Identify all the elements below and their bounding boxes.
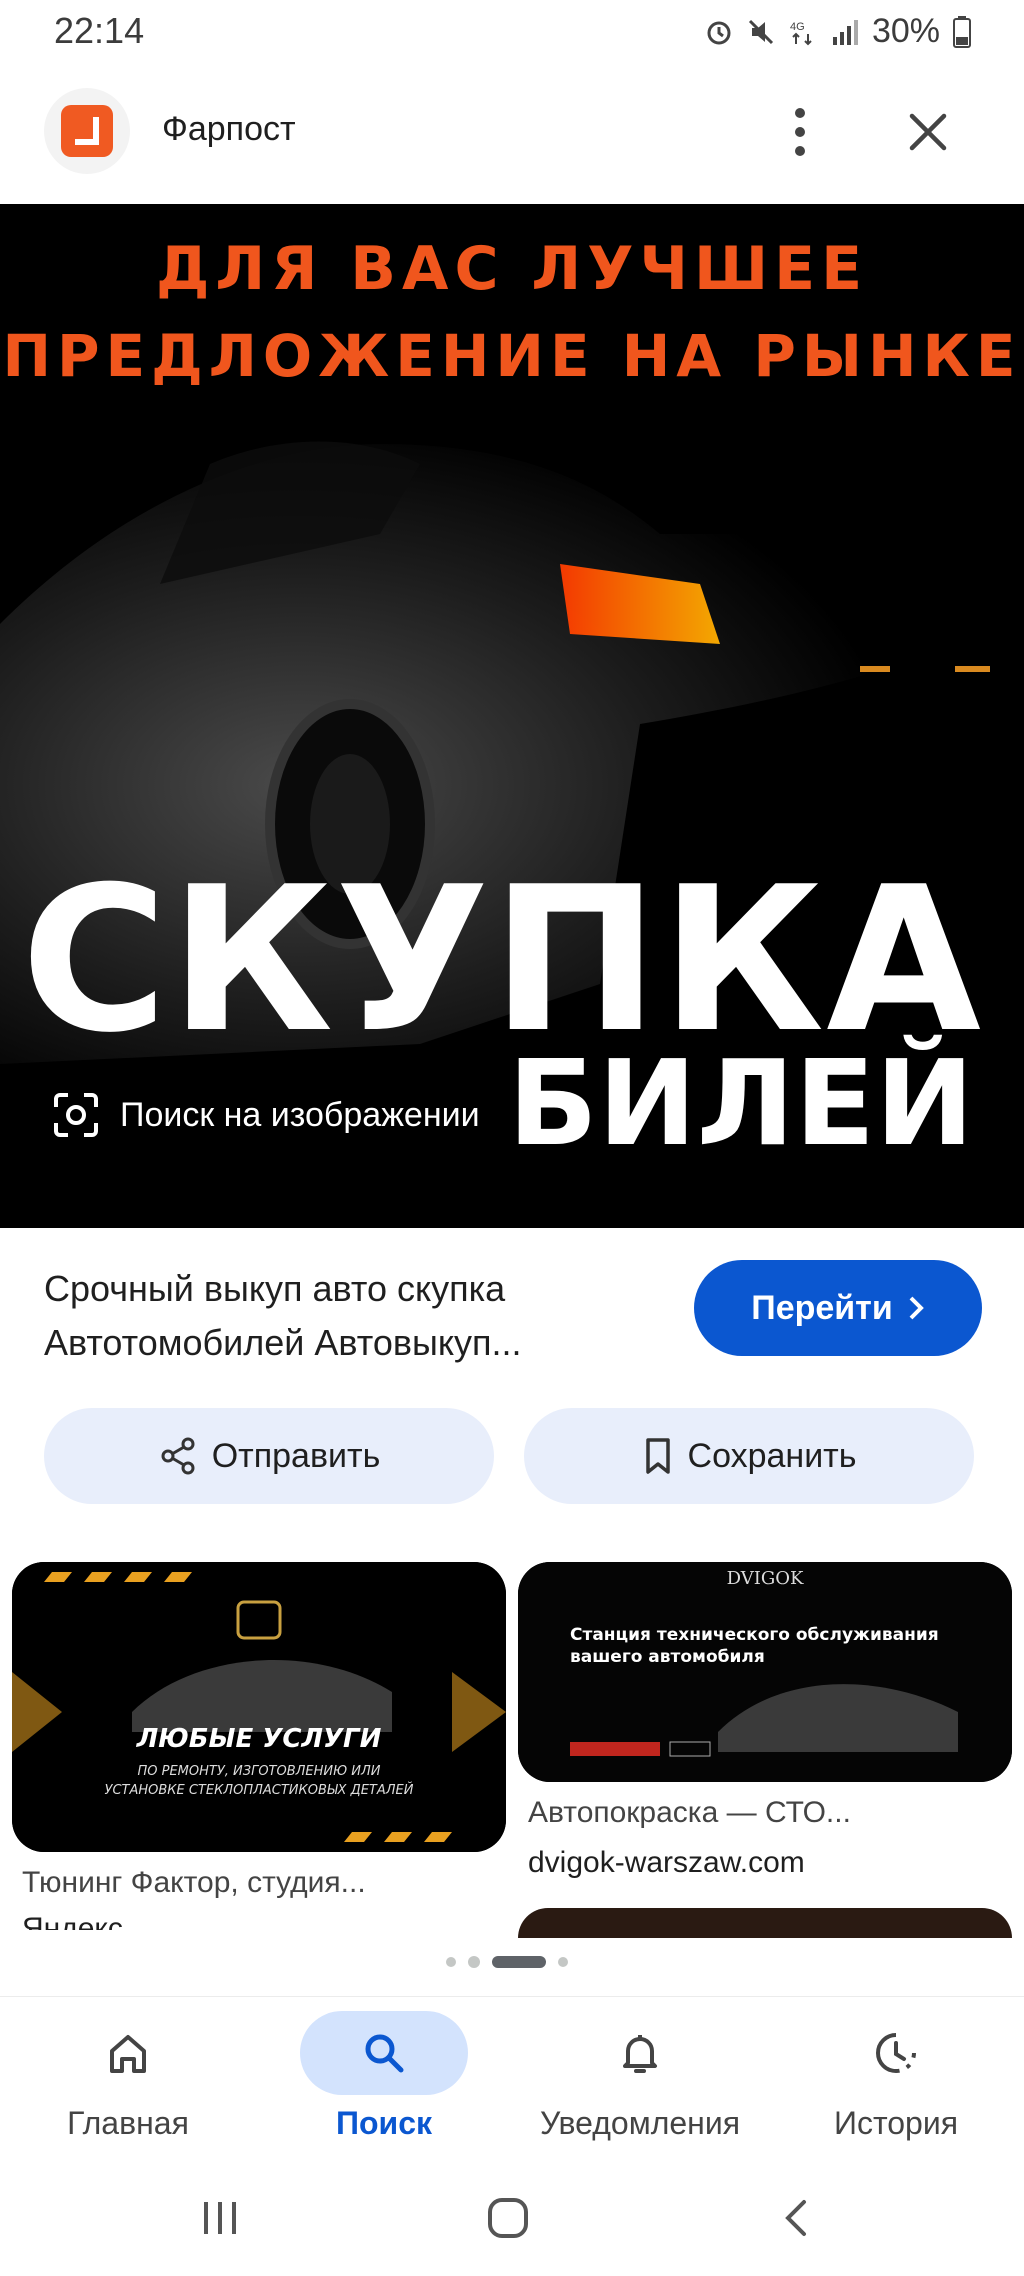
bookmark-icon: [645, 1438, 670, 1474]
close-button[interactable]: [900, 104, 956, 160]
alarm-icon: [707, 21, 731, 44]
lens-label: Поиск на изображении: [120, 1095, 480, 1134]
nav-home[interactable]: Главная: [0, 1997, 256, 2167]
thumb-heading-2: вашего автомобиля: [570, 1647, 765, 1667]
page-header: Фарпост: [0, 80, 1024, 200]
home-icon: [110, 2035, 146, 2073]
status-time: 22:14: [54, 10, 145, 51]
share-icon: [161, 1437, 195, 1475]
thumbnail-image: ЛЮБЫЕ УСЛУГИ ПО РЕМОНТУ, ИЗГОТОВЛЕНИЮ ИЛ…: [12, 1562, 506, 1852]
related-source-2: dvigok-warszaw.com: [528, 1846, 805, 1879]
page-indicator: [446, 1956, 568, 1968]
site-name: Фарпост: [162, 110, 296, 148]
battery-percent: 30%: [871, 12, 940, 50]
mute-icon: [748, 19, 773, 44]
save-button[interactable]: Сохранить: [524, 1408, 974, 1504]
search-icon: [365, 2034, 404, 2073]
related-thumbnail-2[interactable]: DVIGOK Станция технического обслуживания…: [518, 1562, 1012, 1782]
lens-icon: [54, 1093, 98, 1137]
thumb-sub-1: ПО РЕМОНТУ, ИЗГОТОВЛЕНИЮ ИЛИ: [137, 1764, 380, 1779]
related-title-1[interactable]: Тюнинг Фактор, студия...: [22, 1866, 366, 1900]
nav-history[interactable]: История: [768, 1997, 1024, 2167]
lens-search-button[interactable]: Поиск на изображении: [50, 1089, 480, 1141]
share-button[interactable]: Отправить: [44, 1408, 494, 1504]
nav-notifications[interactable]: Уведомления: [512, 1997, 768, 2167]
hero-tagline-2: ПРЕДЛОЖЕНИЕ НА РЫНКЕ: [2, 322, 1022, 390]
status-bar: 22:14 4G 30%: [0, 0, 1024, 66]
thumb-logo: DVIGOK: [727, 1568, 804, 1589]
chevron-right-icon: [909, 1296, 924, 1320]
thumb-sub-2: УСТАНОВКЕ СТЕКЛОПЛАСТИКОВЫХ ДЕТАЛЕЙ: [105, 1782, 414, 1798]
battery-icon: [953, 15, 971, 48]
thumb-heading: ЛЮБЫЕ УСЛУГИ: [136, 1724, 382, 1754]
related-thumbnail-1[interactable]: ЛЮБЫЕ УСЛУГИ ПО РЕМОНТУ, ИЗГОТОВЛЕНИЮ ИЛ…: [12, 1562, 506, 1852]
recents-button[interactable]: [196, 2194, 244, 2242]
related-source-1: Яндекс: [22, 1912, 123, 1930]
4g-icon: 4G: [790, 21, 812, 45]
bottom-navigation: Главная Поиск Уведомления История: [0, 1996, 1024, 2166]
related-title-2[interactable]: Автопокраска — СТО...: [528, 1796, 851, 1830]
more-options-button[interactable]: [776, 102, 824, 162]
more-vert-icon: [795, 108, 805, 118]
system-navigation: [0, 2170, 1024, 2276]
nav-search[interactable]: Поиск: [256, 1997, 512, 2167]
home-button[interactable]: [484, 2194, 532, 2242]
thumbnail-image: DVIGOK Станция технического обслуживания…: [518, 1562, 1012, 1782]
hero-subheadline: БИЛЕЙ: [507, 1034, 974, 1172]
signal-icon: [832, 19, 858, 45]
back-button[interactable]: [774, 2194, 822, 2242]
related-thumbnail-3[interactable]: [518, 1908, 1012, 1938]
history-icon: [876, 2033, 916, 2073]
bell-icon: [623, 2035, 657, 2073]
svg-text:4G: 4G: [790, 21, 805, 33]
preview-image[interactable]: ДЛЯ ВАС ЛУЧШЕЕ ПРЕДЛОЖЕНИЕ НА РЫНКЕ СКУП…: [0, 204, 1024, 1228]
site-logo: [44, 88, 130, 174]
thumb-heading-1: Станция технического обслуживания: [570, 1625, 939, 1645]
visit-button[interactable]: Перейти: [694, 1260, 982, 1356]
hero-tagline-1: ДЛЯ ВАС ЛУЧШЕЕ: [155, 234, 869, 304]
result-caption[interactable]: Срочный выкуп авто скупка Автотомобилей …: [44, 1262, 664, 1370]
